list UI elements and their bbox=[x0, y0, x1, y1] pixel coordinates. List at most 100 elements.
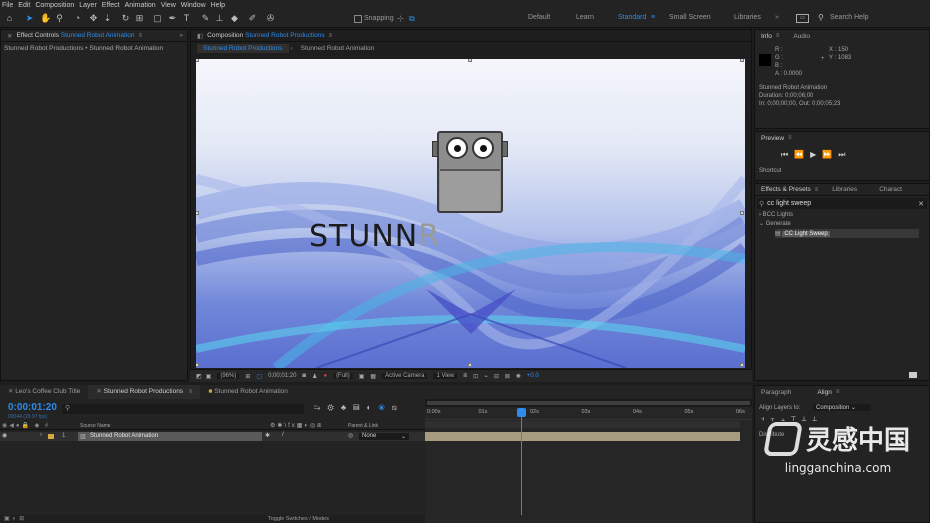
frame-blend-icon[interactable]: ▤ bbox=[353, 403, 366, 412]
panel-menu-icon[interactable]: ≡ bbox=[329, 33, 333, 39]
channel-icon[interactable]: ● bbox=[323, 373, 327, 379]
timeline-tab-productions[interactable]: ✕ Stunned Robot Productions ≡ bbox=[88, 385, 201, 399]
viewer-timecode[interactable]: 0;00;01;20 bbox=[268, 373, 296, 379]
clone-stamp-icon[interactable]: ⊥ bbox=[214, 13, 225, 24]
selection-tool-icon[interactable]: ➤ bbox=[24, 13, 35, 24]
pick-whip-icon[interactable]: ◎ bbox=[348, 432, 353, 439]
first-frame-icon[interactable]: ⏮ bbox=[781, 150, 794, 159]
layer-name[interactable]: Stunned Robot Animation bbox=[90, 433, 158, 439]
menu-edit[interactable]: Edit bbox=[18, 2, 30, 9]
home-icon[interactable]: ⌂ bbox=[4, 13, 15, 24]
rotation-tool-icon[interactable]: ↻ bbox=[120, 13, 131, 24]
label-color-icon[interactable] bbox=[48, 434, 54, 439]
comp-breadcrumb-animation[interactable]: Stunned Robot Animation bbox=[301, 45, 375, 52]
workspace-standard[interactable]: Standard bbox=[618, 14, 646, 21]
rectangle-tool-icon[interactable]: ▢ bbox=[152, 13, 163, 24]
timeline-tab-animation[interactable]: ■ Stunned Robot Animation bbox=[200, 385, 295, 399]
tree-generate[interactable]: ⌄ Generate bbox=[759, 220, 929, 227]
menu-help[interactable]: Help bbox=[211, 2, 225, 9]
flowchart-icon[interactable]: ⊠ bbox=[505, 373, 510, 380]
transform-handle[interactable] bbox=[196, 59, 199, 62]
orbit-camera-icon[interactable]: ◔ bbox=[72, 13, 83, 24]
parent-dropdown[interactable]: None ⌄ bbox=[359, 433, 409, 440]
mask-icon[interactable]: ▣ bbox=[206, 373, 212, 380]
menu-animation[interactable]: Animation bbox=[125, 2, 156, 9]
zoom-tool-icon[interactable]: ⚲ bbox=[54, 13, 65, 24]
type-tool-icon[interactable]: T bbox=[181, 13, 192, 24]
timeline-icon[interactable]: ⊟ bbox=[494, 373, 499, 380]
new-folder-icon[interactable] bbox=[909, 372, 917, 378]
workspace-small-screen[interactable]: Small Screen bbox=[669, 14, 711, 21]
info-tab[interactable]: Info bbox=[761, 33, 772, 40]
eye-icon[interactable]: ◉ bbox=[2, 432, 7, 439]
draft-3d-icon[interactable]: ⚙ bbox=[327, 403, 340, 412]
lock-icon[interactable]: ◧ bbox=[197, 32, 203, 40]
current-time-indicator[interactable] bbox=[521, 409, 522, 515]
menu-layer[interactable]: Layer bbox=[79, 2, 97, 9]
collapse-transform-icon[interactable]: ✱ bbox=[265, 432, 270, 439]
snapping-checkbox[interactable] bbox=[354, 15, 362, 23]
paragraph-tab[interactable]: Paragraph bbox=[761, 389, 791, 396]
snapshot-icon[interactable]: ◙ bbox=[302, 373, 306, 379]
panel-menu-icon[interactable]: ≡ bbox=[836, 389, 840, 395]
menu-composition[interactable]: Composition bbox=[35, 2, 74, 9]
graph-icon[interactable]: ⧅ bbox=[392, 403, 404, 412]
transform-handle[interactable] bbox=[740, 59, 744, 62]
layer-duration-bar[interactable] bbox=[425, 432, 740, 441]
snap-options-icon[interactable]: ⊹ bbox=[397, 14, 404, 23]
anchor-point-tool-icon[interactable]: ⊞ bbox=[134, 13, 145, 24]
time-ruler[interactable]: 0:00s 01s 02s 03s 04s 05s 06s bbox=[425, 408, 752, 420]
next-frame-icon[interactable]: ⏩ bbox=[822, 150, 838, 159]
transform-handle[interactable] bbox=[468, 363, 472, 367]
dolly-camera-icon[interactable]: ⇣ bbox=[102, 13, 113, 24]
panel-menu-icon[interactable]: ≡ bbox=[139, 33, 143, 39]
brush-tool-icon[interactable]: ✎ bbox=[200, 13, 211, 24]
eraser-tool-icon[interactable]: ◆ bbox=[229, 13, 240, 24]
menu-view[interactable]: View bbox=[161, 2, 176, 9]
snap-grid-icon[interactable]: ⧉ bbox=[409, 14, 415, 24]
transform-handle[interactable] bbox=[196, 211, 199, 215]
zoom-dropdown[interactable]: (96%) bbox=[217, 373, 240, 379]
composition-viewer[interactable]: STUNNR bbox=[196, 59, 745, 368]
play-icon[interactable]: ▶ bbox=[810, 150, 822, 159]
menu-window[interactable]: Window bbox=[181, 2, 206, 9]
view-layout-dropdown[interactable]: 1 View bbox=[433, 373, 458, 379]
audio-tab[interactable]: Audio bbox=[793, 33, 810, 40]
graph-editor-icon[interactable]: ⦿ bbox=[378, 403, 391, 412]
timeline-track-area[interactable]: 0:00s 01s 02s 03s 04s 05s 06s bbox=[425, 399, 752, 523]
effects-search-input[interactable]: cc light sweep bbox=[767, 200, 811, 207]
align-tab[interactable]: Align bbox=[817, 389, 831, 396]
resolution-dropdown[interactable]: (Full) bbox=[333, 373, 353, 379]
effect-controls-tab[interactable]: Effect Controls Stunned Robot Animation bbox=[16, 32, 134, 39]
transform-handle[interactable] bbox=[740, 211, 744, 215]
effects-presets-tab[interactable]: Effects & Presets bbox=[761, 186, 811, 193]
current-time-display[interactable]: 0:00:01:20 bbox=[8, 402, 57, 413]
layer-row[interactable]: ◉ › 1 ▥ Stunned Robot Animation ✱ / ◎ No… bbox=[0, 432, 425, 441]
libraries-tab[interactable]: Libraries bbox=[832, 186, 857, 193]
last-frame-icon[interactable]: ⏭ bbox=[838, 150, 851, 159]
composition-tab[interactable]: Composition Stunned Robot Productions bbox=[207, 32, 324, 39]
camera-dropdown[interactable]: Active Camera bbox=[382, 373, 428, 379]
hand-tool-icon[interactable]: ✋ bbox=[40, 13, 51, 24]
playhead-handle[interactable] bbox=[517, 408, 526, 417]
transform-handle[interactable] bbox=[196, 363, 199, 367]
parent-link-header[interactable]: Parent & Link bbox=[348, 423, 378, 429]
pan-camera-icon[interactable]: ✥ bbox=[88, 13, 99, 24]
panel-menu-icon[interactable]: ≡ bbox=[815, 187, 819, 193]
prev-frame-icon[interactable]: ⏪ bbox=[794, 150, 810, 159]
panel-menu-icon[interactable]: ≡ bbox=[788, 135, 792, 141]
tree-bcc-lights[interactable]: › BCC Lights bbox=[759, 212, 929, 218]
comp-flowchart-icon[interactable]: ⥲ bbox=[314, 403, 327, 412]
chevron-right-icon[interactable]: › bbox=[40, 432, 42, 438]
reset-exposure-icon[interactable]: ⊡ bbox=[473, 373, 478, 380]
toggle-switches-modes[interactable]: Toggle Switches / Modes bbox=[268, 516, 329, 522]
workspace-default[interactable]: Default bbox=[528, 14, 550, 21]
timeline-search-input[interactable]: ⚲ bbox=[62, 404, 304, 414]
exposure-value[interactable]: +0.0 bbox=[527, 373, 539, 379]
menu-effect[interactable]: Effect bbox=[102, 2, 120, 9]
show-snapshot-icon[interactable]: ♟ bbox=[312, 373, 317, 380]
transform-handle[interactable] bbox=[740, 363, 744, 367]
exposure-icon[interactable]: ✺ bbox=[516, 373, 521, 380]
comp-breadcrumb-productions[interactable]: Stunned Robot Productions bbox=[197, 43, 289, 53]
menu-file[interactable]: File bbox=[2, 2, 13, 9]
